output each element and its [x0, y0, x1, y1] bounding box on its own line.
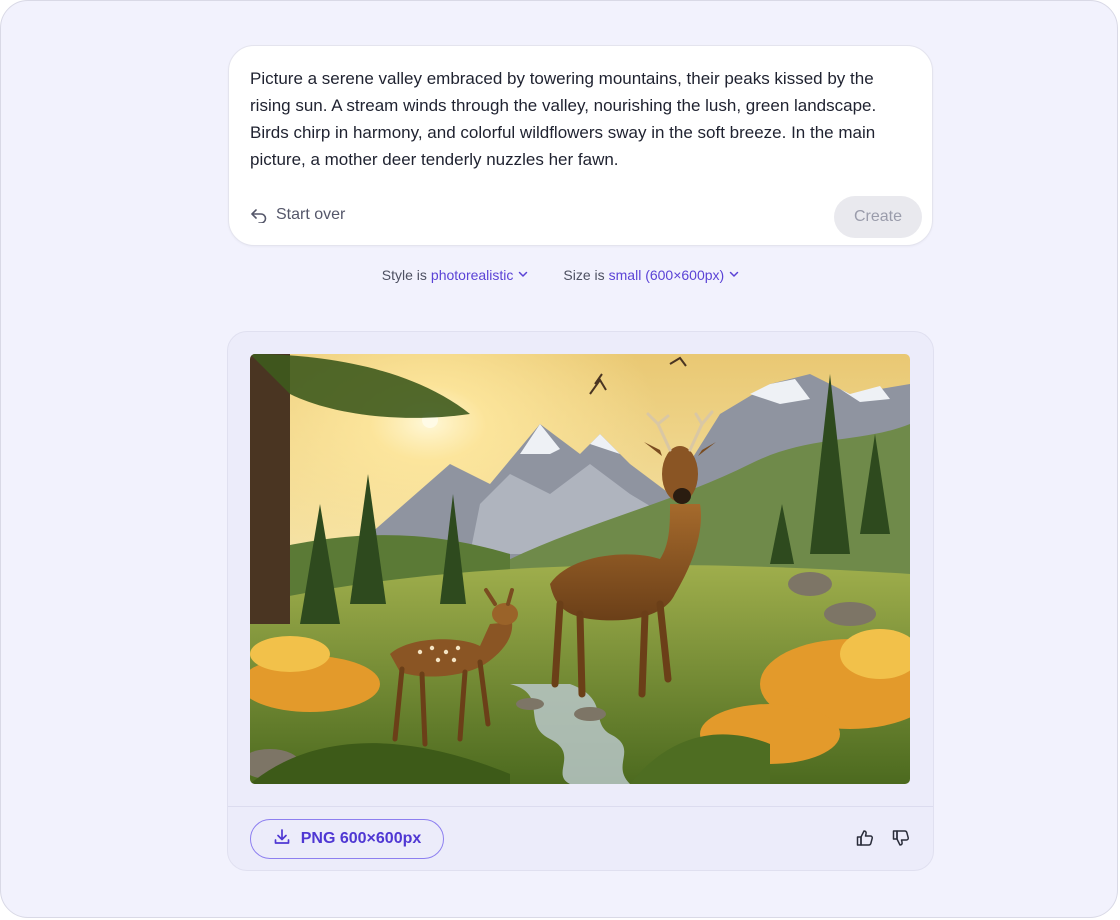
chevron-down-icon — [728, 267, 740, 283]
download-icon — [273, 828, 291, 851]
download-png-button[interactable]: PNG 600×600px — [250, 819, 444, 859]
prompt-textarea[interactable]: Picture a serene valley embraced by towe… — [250, 65, 910, 173]
options-row: Style is photorealistic Size is small (6… — [1, 267, 1117, 283]
download-label: PNG 600×600px — [300, 830, 422, 847]
feedback-group — [855, 828, 911, 853]
size-dropdown[interactable]: Size is small (600×600px) — [563, 267, 740, 283]
style-dropdown[interactable]: Style is photorealistic — [382, 267, 530, 283]
create-button[interactable]: Create — [834, 196, 922, 238]
style-prefix: Style is — [381, 267, 427, 283]
size-value: small (600×600px) — [608, 267, 725, 283]
result-card: PNG 600×600px — [227, 331, 934, 871]
start-over-button[interactable]: Start over — [250, 206, 345, 224]
chevron-down-icon — [517, 267, 529, 283]
start-over-label: Start over — [276, 206, 346, 223]
prompt-card: Picture a serene valley embraced by towe… — [228, 45, 933, 246]
thumbs-down-icon[interactable] — [891, 828, 911, 853]
card-divider — [228, 806, 933, 807]
undo-icon — [250, 207, 268, 223]
size-prefix: Size is — [563, 267, 605, 283]
app-frame: Picture a serene valley embraced by towe… — [0, 0, 1118, 918]
style-value: photorealistic — [430, 267, 514, 283]
generated-image[interactable] — [250, 354, 910, 784]
thumbs-up-icon[interactable] — [855, 828, 875, 853]
